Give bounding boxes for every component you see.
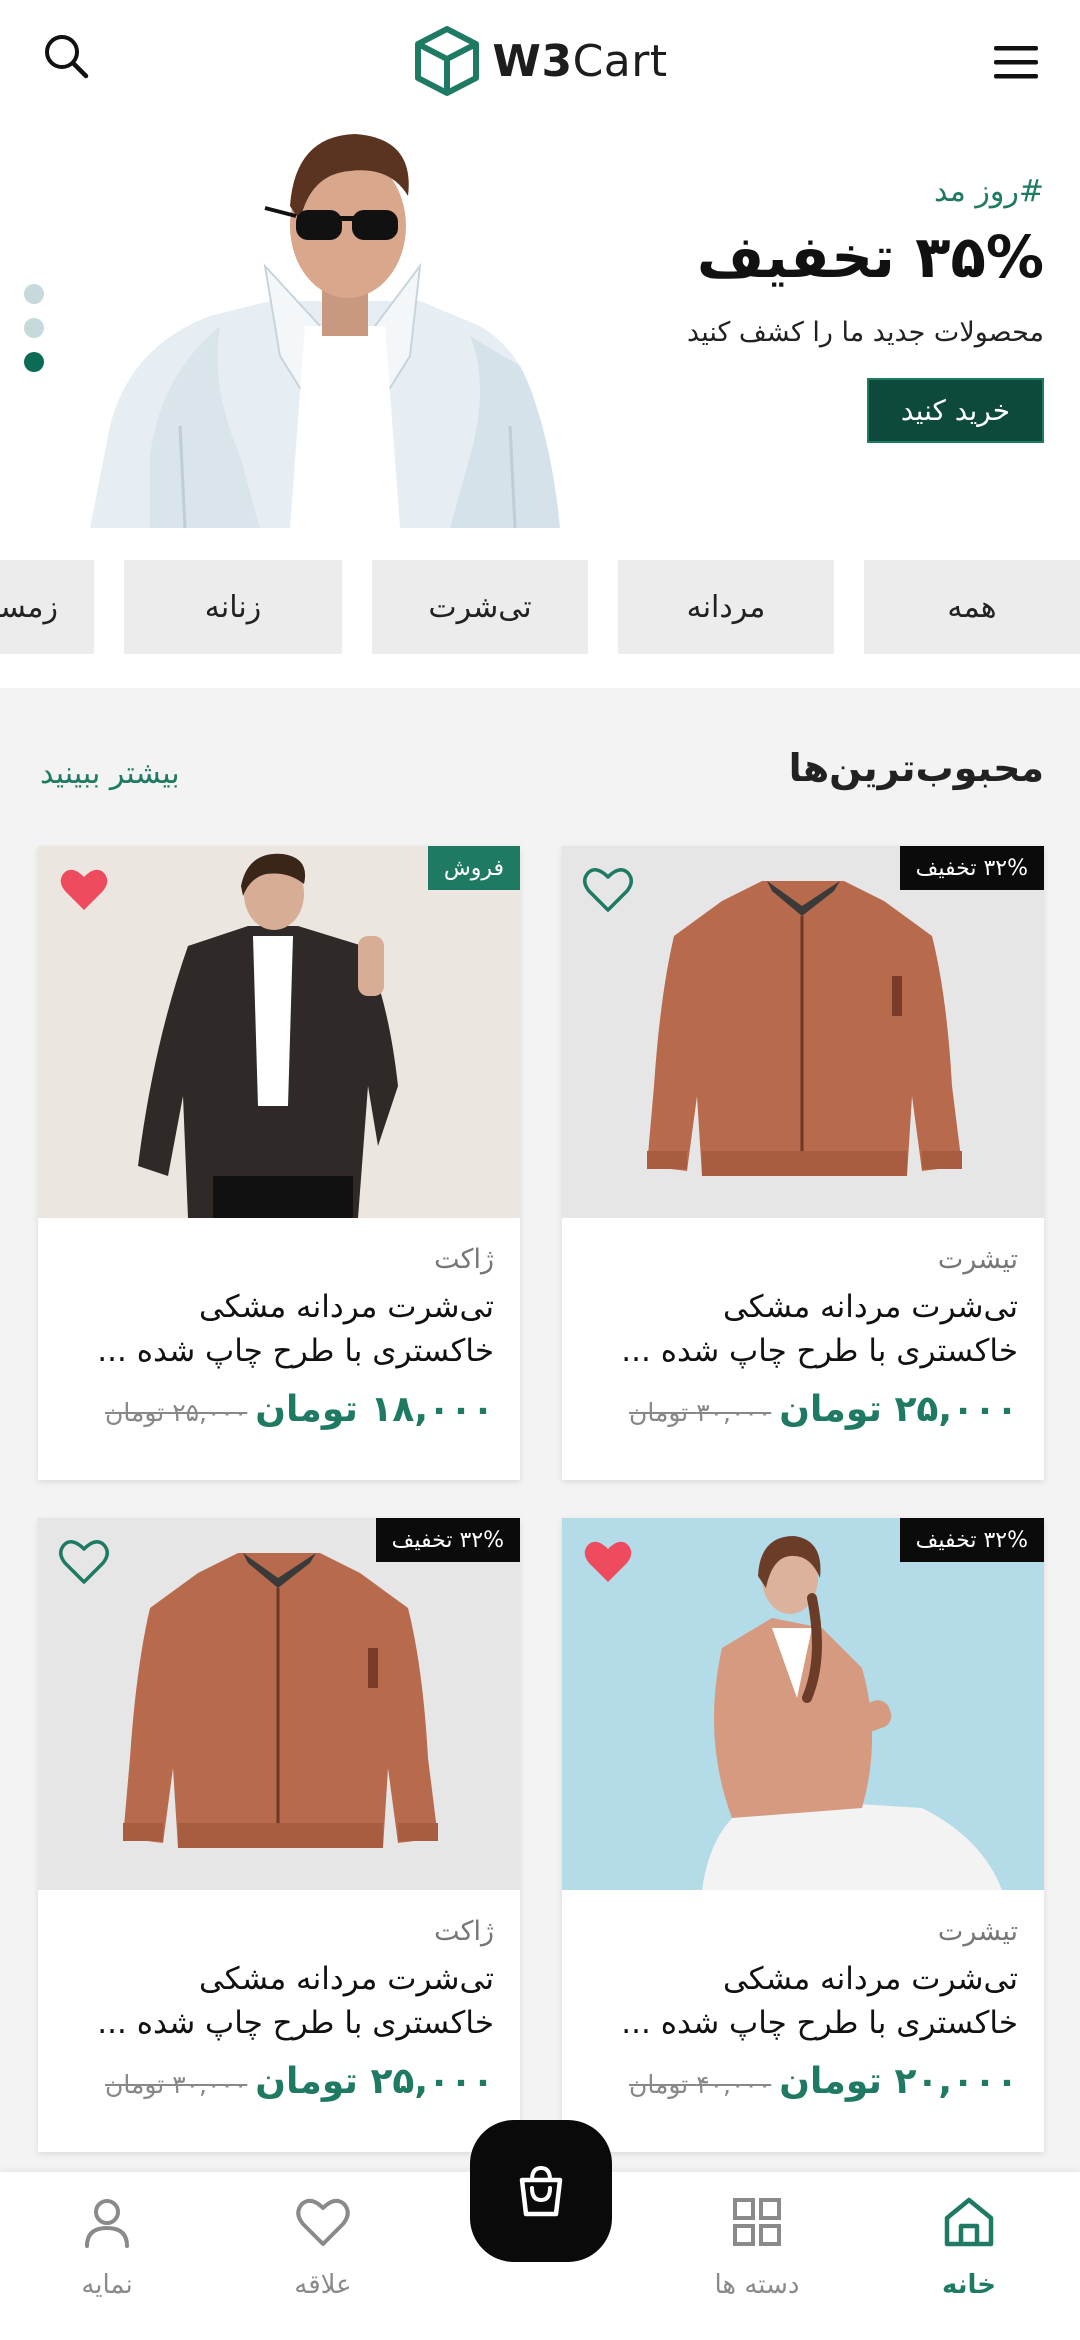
product-info: تیشرت تی‌شرت مردانه مشکی خاکستری با طرح چ… (588, 1218, 1018, 1430)
product-price: ۲۵,۰۰۰ تومان (255, 2061, 494, 2102)
product-card[interactable]: ۳۲% تخفیف ژاکت تی‌شرت مردانه مشکی خاکستری… (38, 1518, 520, 2152)
product-price: ۲۵,۰۰۰ تومان (779, 1389, 1018, 1430)
product-name-line1: تی‌شرت مردانه مشکی (722, 1289, 1018, 1325)
discount-badge: ۳۲% تخفیف (375, 1518, 520, 1562)
product-name-line2: خاکستری با طرح چاپ شده ... (97, 2005, 494, 2041)
nav-categories[interactable]: دسته ها (682, 2192, 832, 2300)
product-price: ۱۸,۰۰۰ تومان (255, 1389, 494, 1430)
product-name[interactable]: تی‌شرت مردانه مشکی خاکستری با طرح چاپ شده… (588, 1285, 1018, 1373)
section-title: محبوب‌ترین‌ها (788, 746, 1044, 790)
product-name[interactable]: تی‌شرت مردانه مشکی خاکستری با طرح چاپ شده… (64, 1957, 494, 2045)
product-category: ژاکت (434, 1916, 494, 1947)
product-old-price: ۳۰,۰۰۰ تومان (629, 1398, 772, 1427)
product-old-price: ۳۰,۰۰۰ تومان (105, 2070, 248, 2099)
banner-dot-active[interactable] (24, 352, 44, 372)
heart-outline-icon[interactable] (582, 866, 634, 914)
nav-home[interactable]: خانه (894, 2192, 1044, 2300)
discount-badge: ۳۲% تخفیف (899, 1518, 1044, 1562)
product-info: تیشرت تی‌شرت مردانه مشکی خاکستری با طرح چ… (588, 1890, 1018, 2102)
home-icon (944, 2197, 994, 2247)
chip-winter[interactable]: زمستانه (0, 560, 94, 654)
discount-badge: ۳۲% تخفیف (899, 846, 1044, 890)
chip-tshirt[interactable]: تی‌شرت (372, 560, 588, 654)
product-old-price: ۲۵,۰۰۰ تومان (105, 1398, 248, 1427)
logo-bold: W3 (492, 35, 573, 87)
product-card[interactable]: ۳۲% تخفیف تیشرت تی‌شرت مردانه مشکی خاکستر… (562, 846, 1044, 1480)
banner-pagination (24, 284, 44, 372)
category-chips: همه مردانه تی‌شرت زنانه زمستانه (0, 528, 1080, 688)
menu-button[interactable] (988, 36, 1044, 88)
nav-wishlist-label: علاقه (294, 2270, 352, 2300)
chip-women[interactable]: زنانه (124, 560, 342, 654)
heart-outline-icon[interactable] (58, 1538, 110, 1586)
nav-categories-label: دسته ها (714, 2270, 800, 2300)
shopping-bag-icon (519, 2165, 563, 2217)
woman-leather-jacket-image (562, 1518, 1044, 1890)
product-card[interactable]: فروش ژاکت تی‌شرت مردانه مشکی خاکستری با ط… (38, 846, 520, 1480)
product-name-line1: تی‌شرت مردانه مشکی (198, 1961, 494, 1997)
nav-wishlist[interactable]: علاقه (248, 2192, 398, 2300)
product-name-line1: تی‌شرت مردانه مشکی (198, 1289, 494, 1325)
price-row: ۲۵,۰۰۰ تومان ۳۰,۰۰۰ تومان (588, 1389, 1018, 1430)
product-card[interactable]: ۳۲% تخفیف تیشرت تی‌شرت مردانه مشکی خاکستر… (562, 1518, 1044, 2152)
product-image (562, 1518, 1044, 1890)
search-button[interactable] (38, 28, 94, 84)
sale-badge: فروش (427, 846, 520, 890)
heart-filled-icon[interactable] (58, 866, 110, 914)
product-category: تیشرت (937, 1916, 1018, 1947)
banner-dot[interactable] (24, 318, 44, 338)
chip-all[interactable]: همه (864, 560, 1080, 654)
product-info: ژاکت تی‌شرت مردانه مشکی خاکستری با طرح چا… (64, 1890, 494, 2102)
nav-profile-label: نمایه (81, 2270, 133, 2300)
banner-tag: #روز مد (934, 174, 1044, 209)
product-category: ژاکت (434, 1244, 494, 1275)
nav-profile[interactable]: نمایه (32, 2192, 182, 2300)
banner-text: #روز مد ۳۵% تخفیف محصولات جدید ما را کشف… (524, 174, 1044, 443)
heart-filled-icon[interactable] (582, 1538, 634, 1586)
man-denim-jacket-image (38, 846, 520, 1218)
price-row: ۲۰,۰۰۰ تومان ۴۰,۰۰۰ تومان (588, 2061, 1018, 2102)
search-icon (45, 35, 89, 79)
rust-bomber-jacket-image (647, 881, 962, 1176)
product-image (562, 846, 1044, 1218)
chip-men[interactable]: مردانه (618, 560, 834, 654)
logo-text: W3Cart (492, 36, 667, 87)
product-image (38, 1518, 520, 1890)
heart-icon (296, 2198, 350, 2246)
product-old-price: ۴۰,۰۰۰ تومان (629, 2070, 772, 2099)
product-price: ۲۰,۰۰۰ تومان (779, 2061, 1018, 2102)
user-icon (85, 2199, 129, 2248)
banner-subtitle: محصولات جدید ما را کشف کنید (687, 317, 1044, 348)
price-row: ۲۵,۰۰۰ تومان ۳۰,۰۰۰ تومان (64, 2061, 494, 2102)
product-name[interactable]: تی‌شرت مردانه مشکی خاکستری با طرح چاپ شده… (588, 1957, 1018, 2045)
banner-headline: ۳۵% تخفیف (696, 223, 1044, 291)
product-name[interactable]: تی‌شرت مردانه مشکی خاکستری با طرح چاپ شده… (64, 1285, 494, 1373)
product-name-line2: خاکستری با طرح چاپ شده ... (97, 1333, 494, 1369)
grid-icon (733, 2198, 781, 2246)
product-category: تیشرت (937, 1244, 1018, 1275)
product-name-line2: خاکستری با طرح چاپ شده ... (621, 2005, 1018, 2041)
price-row: ۱۸,۰۰۰ تومان ۲۵,۰۰۰ تومان (64, 1389, 494, 1430)
see-more-link[interactable]: بیشتر ببینید (40, 756, 180, 791)
brand-logo[interactable]: W3Cart (412, 25, 667, 97)
product-info: ژاکت تی‌شرت مردانه مشکی خاکستری با طرح چا… (64, 1218, 494, 1430)
logo-light: Cart (572, 35, 668, 87)
rust-bomber-jacket-image (123, 1553, 438, 1848)
box-logo-icon (415, 26, 480, 96)
banner-dot[interactable] (24, 284, 44, 304)
promo-banner[interactable]: #روز مد ۳۵% تخفیف محصولات جدید ما را کشف… (0, 126, 1080, 528)
hamburger-menu-icon (994, 46, 1038, 79)
app-header: W3Cart (0, 0, 1080, 126)
product-image (38, 846, 520, 1218)
nav-home-label: خانه (941, 2270, 997, 2300)
product-name-line1: تی‌شرت مردانه مشکی (722, 1961, 1018, 1997)
cart-button[interactable] (470, 2120, 612, 2262)
product-name-line2: خاکستری با طرح چاپ شده ... (621, 1333, 1018, 1369)
shop-now-button[interactable]: خرید کنید (866, 378, 1044, 443)
